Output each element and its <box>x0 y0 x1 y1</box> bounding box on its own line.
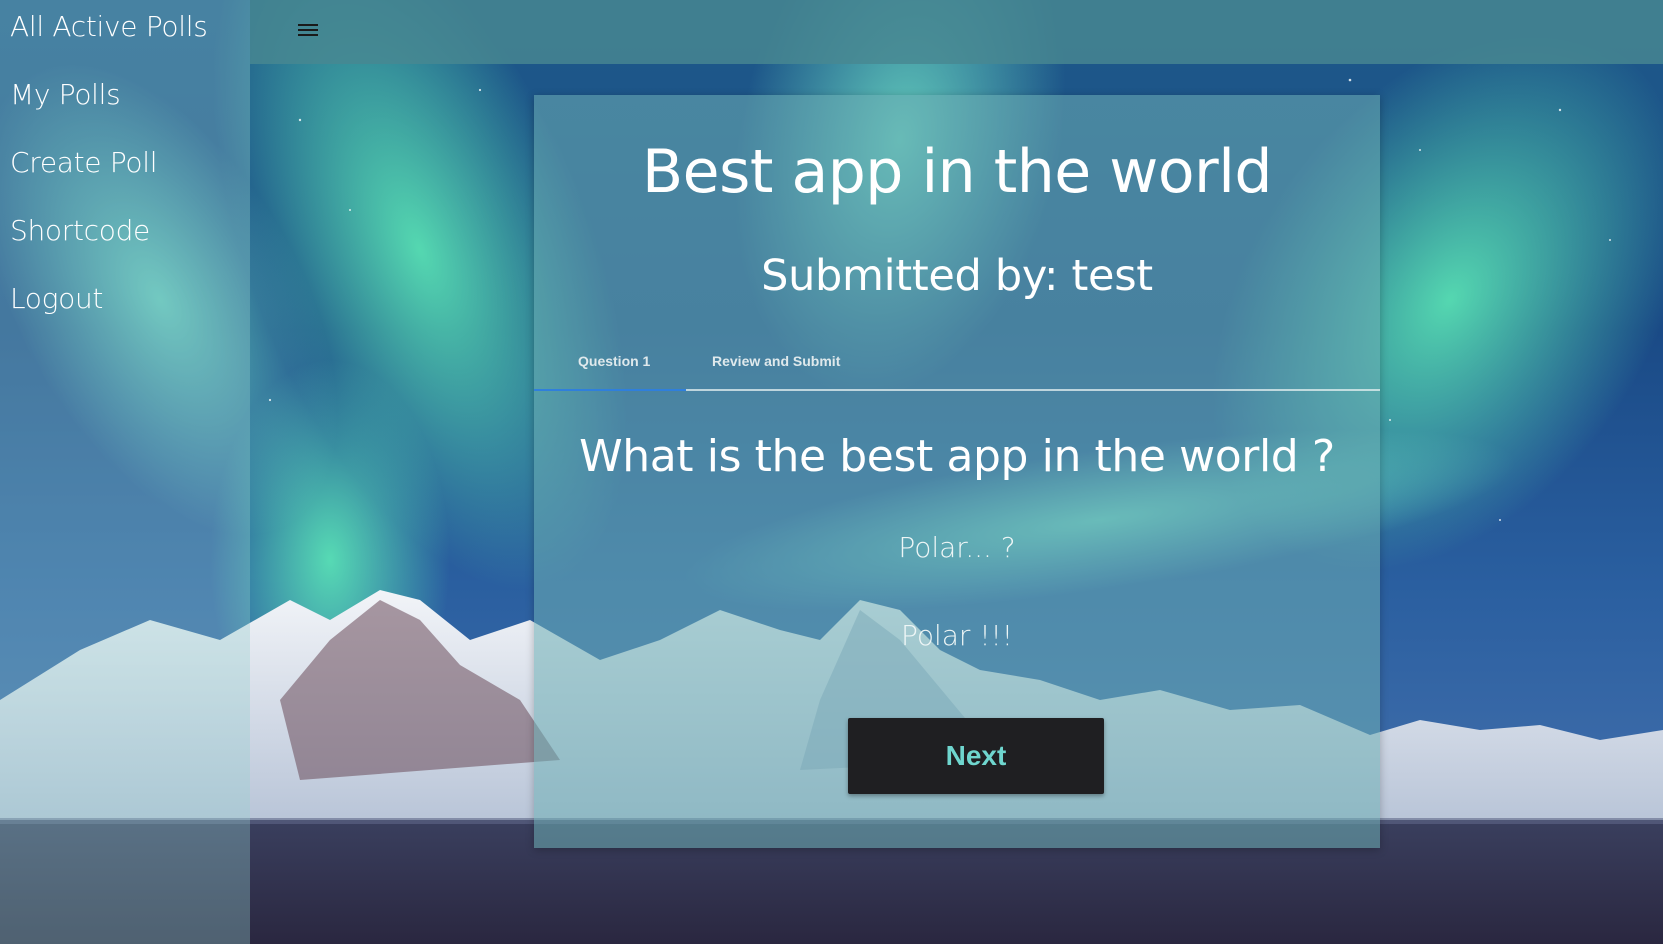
sidebar-item-logout[interactable]: Logout <box>10 282 103 315</box>
tab-review-and-submit[interactable]: Review and Submit <box>712 353 840 369</box>
hamburger-menu-icon[interactable] <box>298 24 318 42</box>
answer-option[interactable]: Polar !!! <box>827 619 1087 652</box>
answer-option[interactable]: Polar... ? <box>827 531 1087 564</box>
next-button[interactable]: Next <box>848 718 1104 794</box>
sidebar-item-shortcode[interactable]: Shortcode <box>10 214 150 247</box>
poll-title: Best app in the world <box>642 137 1272 207</box>
sidebar-item-all-active-polls[interactable]: All Active Polls <box>10 10 208 43</box>
top-app-bar <box>250 0 1663 64</box>
sidebar-item-my-polls[interactable]: My Polls <box>10 78 121 111</box>
active-tab-indicator <box>534 389 686 391</box>
poll-card: Best app in the world Submitted by: test… <box>534 95 1380 848</box>
poll-stepper-tabs: Question 1 Review and Submit <box>534 347 1380 392</box>
sidebar: All Active Polls My Polls Create Poll Sh… <box>0 0 250 944</box>
tab-question-1[interactable]: Question 1 <box>578 353 650 369</box>
poll-submitted-by: Submitted by: test <box>761 251 1153 301</box>
question-text: What is the best app in the world ? <box>579 431 1335 482</box>
sidebar-item-create-poll[interactable]: Create Poll <box>10 146 158 179</box>
